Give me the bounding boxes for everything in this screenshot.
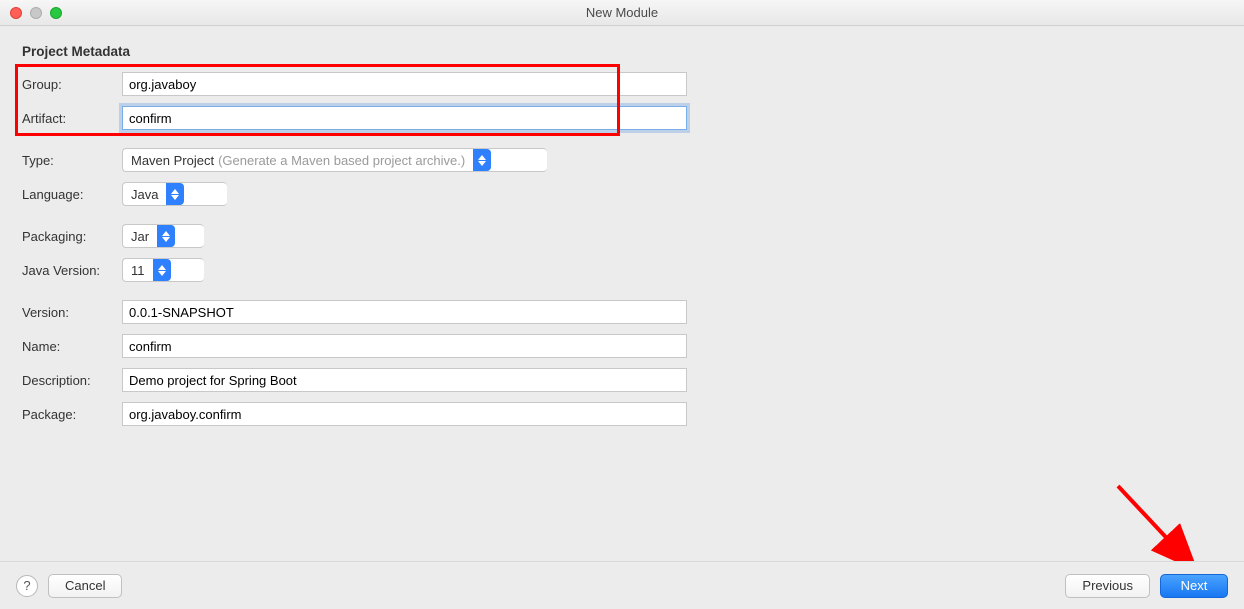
type-select[interactable]: Maven Project (Generate a Maven based pr… (122, 148, 547, 172)
maximize-button[interactable] (50, 7, 62, 19)
label-packaging: Packaging: (22, 229, 122, 244)
package-field[interactable] (122, 402, 687, 426)
language-select-value: Java (131, 187, 158, 202)
label-package: Package: (22, 407, 122, 422)
packaging-select-value: Jar (131, 229, 149, 244)
label-java-version: Java Version: (22, 263, 122, 278)
next-button[interactable]: Next (1160, 574, 1228, 598)
row-version: Version: (22, 299, 1222, 325)
row-packaging: Packaging: Jar (22, 223, 1222, 249)
row-name: Name: (22, 333, 1222, 359)
titlebar: New Module (0, 0, 1244, 26)
group-field[interactable] (122, 72, 687, 96)
close-button[interactable] (10, 7, 22, 19)
row-type: Type: Maven Project (Generate a Maven ba… (22, 147, 1222, 173)
label-description: Description: (22, 373, 122, 388)
help-icon: ? (23, 578, 30, 593)
label-artifact: Artifact: (22, 111, 122, 126)
traffic-lights (10, 7, 62, 19)
row-language: Language: Java (22, 181, 1222, 207)
row-artifact: Artifact: (22, 105, 1222, 131)
language-select[interactable]: Java (122, 182, 227, 206)
cancel-button[interactable]: Cancel (48, 574, 122, 598)
artifact-field[interactable] (122, 106, 687, 130)
footer: ? Cancel Previous Next (0, 561, 1244, 609)
chevron-updown-icon (157, 225, 175, 247)
chevron-updown-icon (166, 183, 184, 205)
row-java-version: Java Version: 11 (22, 257, 1222, 283)
chevron-updown-icon (473, 149, 491, 171)
description-field[interactable] (122, 368, 687, 392)
section-title: Project Metadata (22, 44, 1222, 59)
minimize-button[interactable] (30, 7, 42, 19)
name-field[interactable] (122, 334, 687, 358)
previous-button[interactable]: Previous (1065, 574, 1150, 598)
chevron-updown-icon (153, 259, 171, 281)
label-version: Version: (22, 305, 122, 320)
row-package: Package: (22, 401, 1222, 427)
version-field[interactable] (122, 300, 687, 324)
type-select-value: Maven Project (131, 153, 214, 168)
row-description: Description: (22, 367, 1222, 393)
type-select-hint: (Generate a Maven based project archive.… (218, 153, 465, 168)
packaging-select[interactable]: Jar (122, 224, 204, 248)
java-version-select[interactable]: 11 (122, 258, 204, 282)
window-title: New Module (0, 5, 1244, 20)
content-area: Project Metadata Group: Artifact: Type: … (0, 26, 1244, 427)
label-group: Group: (22, 77, 122, 92)
label-language: Language: (22, 187, 122, 202)
row-group: Group: (22, 71, 1222, 97)
label-name: Name: (22, 339, 122, 354)
label-type: Type: (22, 153, 122, 168)
help-button[interactable]: ? (16, 575, 38, 597)
java-version-select-value: 11 (131, 263, 145, 278)
